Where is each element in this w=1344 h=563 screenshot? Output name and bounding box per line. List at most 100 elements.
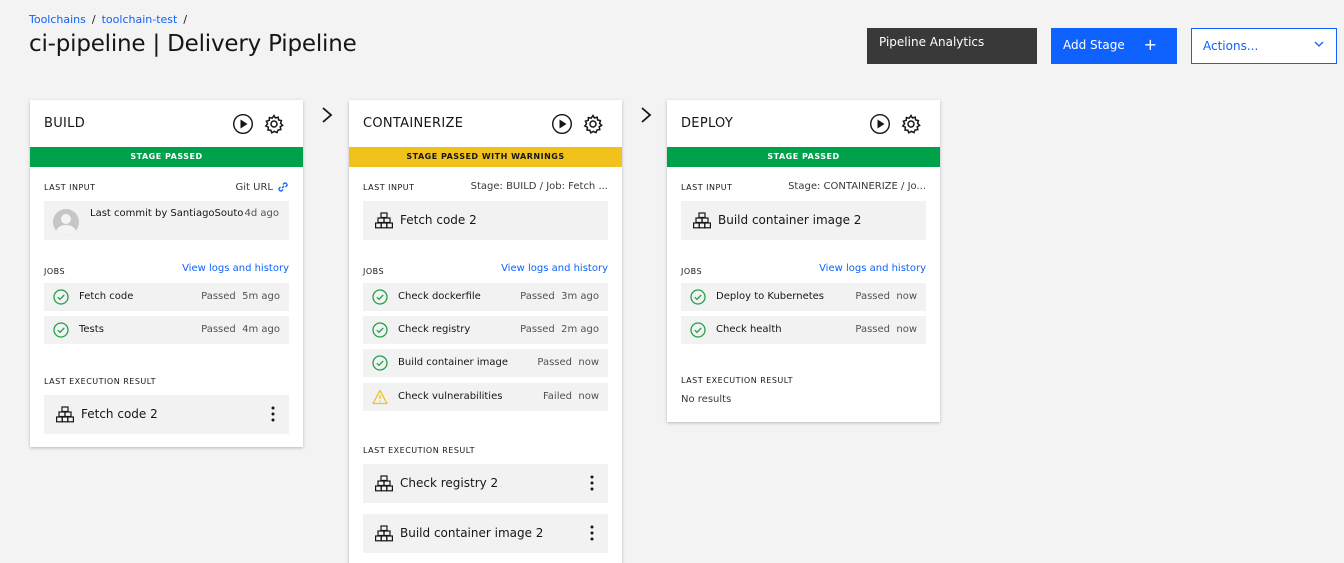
last-result-label: LAST EXECUTION RESULT bbox=[681, 376, 794, 385]
check-circle-icon bbox=[53, 289, 69, 305]
job-status-text: Passed bbox=[855, 291, 890, 302]
input-job-label: Fetch code 2 bbox=[400, 213, 477, 227]
job-name: Deploy to Kubernetes bbox=[716, 291, 825, 302]
stage-card-containerize: CONTAINERIZE STAGE PASSED WITH WARNINGS … bbox=[349, 100, 622, 563]
input-source: Stage: CONTAINERIZE / Jo... bbox=[788, 181, 926, 192]
job-row[interactable]: Check dockerfile Passed 3m ago bbox=[363, 283, 608, 311]
last-input-label: LAST INPUT bbox=[363, 183, 415, 192]
bricks-icon bbox=[693, 212, 711, 229]
page-title: ci-pipeline | Delivery Pipeline bbox=[29, 31, 357, 57]
add-stage-button[interactable]: Add Stage + bbox=[1051, 28, 1177, 64]
jobs-label: JOBS bbox=[363, 267, 385, 276]
job-status-text: Passed bbox=[520, 291, 555, 302]
breadcrumb: Toolchains / toolchain-test / bbox=[29, 13, 193, 26]
job-time: 5m ago bbox=[242, 291, 280, 302]
job-row[interactable]: Tests Passed 4m ago bbox=[44, 316, 289, 344]
check-circle-icon bbox=[690, 322, 706, 338]
chevron-right-icon bbox=[322, 107, 333, 123]
avatar bbox=[53, 209, 79, 235]
job-status: Passed 3m ago bbox=[520, 291, 599, 302]
commit-time: 4d ago bbox=[244, 208, 279, 219]
job-status: Passed 2m ago bbox=[520, 324, 599, 335]
last-input-job-box[interactable]: Build container image 2 bbox=[681, 201, 926, 240]
actions-label: Actions... bbox=[1203, 39, 1259, 53]
job-status-text: Passed bbox=[201, 291, 236, 302]
job-status-text: Passed bbox=[855, 324, 890, 335]
last-input-job-box[interactable]: Fetch code 2 bbox=[363, 201, 608, 240]
job-name: Tests bbox=[79, 324, 104, 335]
stage-status-bar: STAGE PASSED bbox=[30, 147, 303, 167]
job-time: now bbox=[578, 357, 599, 368]
git-url-link[interactable]: Git URL bbox=[236, 181, 289, 193]
job-row[interactable]: Check vulnerabilities Failed now bbox=[363, 383, 608, 411]
view-logs-link[interactable]: View logs and history bbox=[501, 263, 608, 274]
bricks-icon bbox=[56, 406, 74, 423]
result-box[interactable]: Fetch code 2 bbox=[44, 395, 289, 434]
bricks-icon bbox=[375, 525, 393, 542]
job-status: Passed now bbox=[855, 324, 917, 335]
gear-icon[interactable] bbox=[582, 113, 604, 135]
job-row[interactable]: Fetch code Passed 5m ago bbox=[44, 283, 289, 311]
job-status: Passed 4m ago bbox=[201, 324, 280, 335]
job-status: Passed 5m ago bbox=[201, 291, 280, 302]
check-circle-icon bbox=[372, 289, 388, 305]
pipeline-analytics-button[interactable]: Pipeline Analytics bbox=[867, 28, 1037, 64]
stage-status-bar: STAGE PASSED WITH WARNINGS bbox=[349, 147, 622, 167]
result-box[interactable]: Build container image 2 bbox=[363, 514, 608, 553]
job-status-text: Passed bbox=[201, 324, 236, 335]
job-row[interactable]: Check registry Passed 2m ago bbox=[363, 316, 608, 344]
job-name: Check registry bbox=[398, 324, 471, 335]
result-label: Fetch code 2 bbox=[81, 407, 158, 421]
input-job-label: Build container image 2 bbox=[718, 213, 862, 227]
job-status-text: Failed bbox=[542, 391, 572, 402]
job-name: Fetch code bbox=[79, 291, 134, 302]
job-time: 2m ago bbox=[561, 324, 599, 335]
add-stage-label: Add Stage bbox=[1063, 38, 1125, 52]
breadcrumb-toolchains-link[interactable]: Toolchains bbox=[29, 13, 86, 26]
stage-header: DEPLOY bbox=[667, 100, 940, 147]
overflow-menu-icon[interactable] bbox=[590, 475, 594, 491]
last-result-label: LAST EXECUTION RESULT bbox=[363, 446, 476, 455]
job-time: 4m ago bbox=[242, 324, 280, 335]
overflow-menu-icon[interactable] bbox=[590, 525, 594, 541]
last-result-label: LAST EXECUTION RESULT bbox=[44, 377, 157, 386]
job-row[interactable]: Check health Passed now bbox=[681, 316, 926, 344]
chevron-right-icon bbox=[641, 107, 652, 123]
last-input-label: LAST INPUT bbox=[44, 183, 96, 192]
result-box[interactable]: Check registry 2 bbox=[363, 464, 608, 503]
stage-header: BUILD bbox=[30, 100, 303, 147]
jobs-label: JOBS bbox=[44, 267, 66, 276]
stage-name: DEPLOY bbox=[681, 116, 734, 131]
breadcrumb-separator: / bbox=[91, 13, 96, 26]
bricks-icon bbox=[375, 475, 393, 492]
view-logs-link[interactable]: View logs and history bbox=[182, 263, 289, 274]
last-commit-box[interactable]: Last commit by SantiagoSouto 4d ago bbox=[44, 201, 289, 240]
actions-dropdown[interactable]: Actions... bbox=[1191, 28, 1337, 64]
gear-icon[interactable] bbox=[263, 113, 285, 135]
play-icon[interactable] bbox=[551, 113, 573, 135]
overflow-menu-icon[interactable] bbox=[271, 406, 275, 422]
play-icon[interactable] bbox=[232, 113, 254, 135]
gear-icon[interactable] bbox=[900, 113, 922, 135]
link-icon bbox=[278, 182, 288, 192]
bricks-icon bbox=[375, 212, 393, 229]
job-time: now bbox=[896, 324, 917, 335]
job-row[interactable]: Build container image Passed now bbox=[363, 349, 608, 377]
play-icon[interactable] bbox=[869, 113, 891, 135]
breadcrumb-toolchain-test-link[interactable]: toolchain-test bbox=[102, 13, 178, 26]
job-status: Passed now bbox=[537, 357, 599, 368]
job-time: now bbox=[896, 291, 917, 302]
job-status: Failed now bbox=[543, 391, 599, 402]
job-name: Check health bbox=[716, 324, 782, 335]
no-results-text: No results bbox=[681, 394, 732, 405]
job-name: Build container image bbox=[398, 357, 508, 368]
job-row[interactable]: Deploy to Kubernetes Passed now bbox=[681, 283, 926, 311]
job-name: Check dockerfile bbox=[398, 291, 481, 302]
input-source: Stage: BUILD / Job: Fetch ... bbox=[470, 181, 608, 192]
job-time: now bbox=[578, 391, 599, 402]
chevron-down-icon bbox=[1314, 41, 1324, 47]
view-logs-link[interactable]: View logs and history bbox=[819, 263, 926, 274]
result-label: Build container image 2 bbox=[400, 526, 544, 540]
last-input-label: LAST INPUT bbox=[681, 183, 733, 192]
stage-name: CONTAINERIZE bbox=[363, 116, 464, 131]
